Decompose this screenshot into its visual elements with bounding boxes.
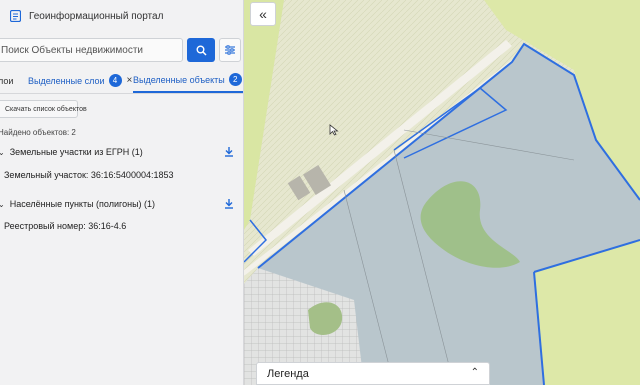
- list-item[interactable]: Реестровый номер: 36:16-4.6: [4, 221, 126, 231]
- selected-layers-count-badge: 4: [108, 74, 122, 87]
- search-row: [0, 38, 243, 62]
- download-list-button[interactable]: Скачать список объектов: [0, 100, 87, 118]
- close-icon[interactable]: ×: [127, 75, 133, 86]
- app-title: Геоинформационный портал: [29, 10, 164, 22]
- tab-selected-layers[interactable]: Выделенные слои 4 ×: [28, 68, 132, 93]
- group-land-parcels[interactable]: ⌄ Земельные участки из ЕГРН (1): [0, 147, 143, 157]
- map-layer: [244, 0, 640, 385]
- chevron-down-icon: ⌄: [0, 200, 5, 209]
- filter-sliders-icon: [225, 45, 235, 55]
- group-title: Населённые пункты (полигоны) (1): [9, 199, 156, 209]
- panel-tabs: лои Выделенные слои 4 × Выделенные объек…: [0, 68, 243, 94]
- legend-label: Легенда: [267, 367, 309, 380]
- search-icon: [196, 45, 207, 56]
- found-objects-count: Найдено объектов: 2: [0, 128, 76, 137]
- download-icon[interactable]: [223, 198, 235, 210]
- collapse-panel-button[interactable]: «: [250, 2, 276, 26]
- legend-panel[interactable]: Легенда ⌃: [256, 362, 490, 385]
- filter-button[interactable]: [219, 38, 241, 62]
- list-item[interactable]: Земельный участок: 36:16:5400004:1853: [4, 170, 173, 180]
- tab-layers-label: лои: [0, 75, 14, 86]
- tab-selected-layers-label: Выделенные слои: [28, 75, 105, 86]
- search-button[interactable]: [187, 38, 215, 62]
- panel-header: Геоинформационный портал: [0, 0, 243, 32]
- tab-layers[interactable]: лои: [0, 68, 13, 93]
- chevron-up-icon: ⌃: [470, 367, 479, 378]
- side-panel: Геоинформационный портал лои Выдел: [0, 0, 244, 385]
- tab-selected-objects-label: Выделенные объекты: [133, 74, 225, 85]
- double-chevron-left-icon: «: [259, 6, 267, 22]
- search-input[interactable]: [0, 38, 183, 62]
- mouse-cursor-icon: [329, 124, 339, 136]
- download-icon[interactable]: [223, 146, 235, 158]
- selected-objects-count-badge: 2: [228, 73, 242, 86]
- chevron-down-icon: ⌄: [0, 148, 5, 157]
- group-title: Земельные участки из ЕГРН (1): [9, 147, 143, 157]
- group-settlements[interactable]: ⌄ Населённые пункты (полигоны) (1): [0, 199, 155, 209]
- map-canvas[interactable]: [244, 0, 640, 385]
- portal-logo-icon: [10, 10, 21, 22]
- tab-selected-objects[interactable]: Выделенные объекты 2 ×: [133, 68, 243, 93]
